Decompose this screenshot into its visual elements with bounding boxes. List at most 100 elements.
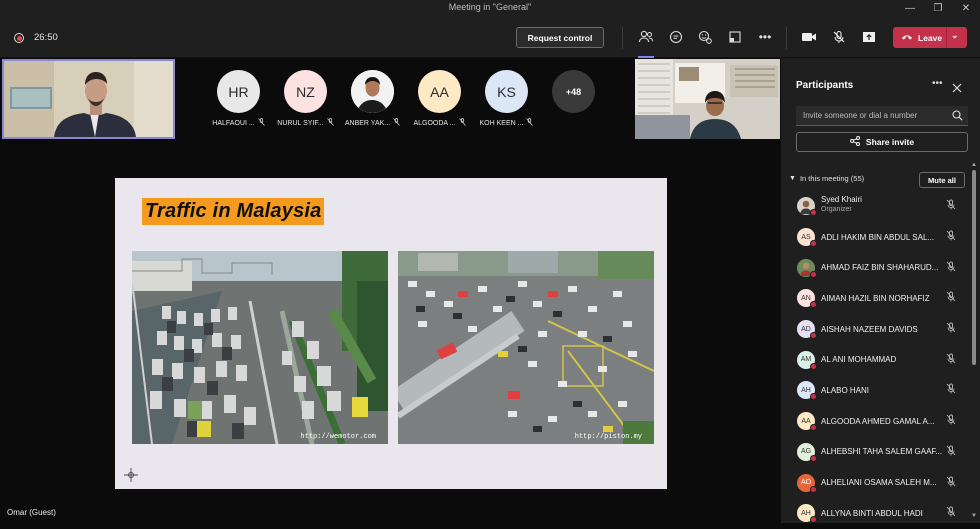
leave-chevron-down-icon[interactable]: ⌄ [951, 30, 959, 41]
scroll-down-icon[interactable]: ▼ [971, 513, 977, 519]
participant-name: ANBER YAK... [344, 119, 391, 127]
list-item[interactable]: AH ALABO HANI [781, 375, 973, 406]
avatar: AH [797, 381, 817, 401]
photo-credit: http://wemotor.com [300, 433, 376, 441]
video-tile-self[interactable] [2, 59, 175, 139]
camera-icon[interactable] [800, 28, 818, 46]
avatar: HR [217, 70, 260, 113]
list-item[interactable]: AHMAD FAIZ BIN SHAHARUD... [781, 252, 973, 283]
shared-presentation-slide: Traffic in Malaysia http://wemotor.com h… [115, 178, 667, 489]
video-tile-remote[interactable] [635, 59, 780, 139]
avatar: AA [418, 70, 461, 113]
mic-off-icon[interactable] [946, 504, 956, 522]
roster-participant[interactable]: ANBER YAK... [339, 70, 406, 128]
roster-participant[interactable]: NZ NURUL SYIF... [272, 70, 339, 128]
participants-panel: Participants ••• Invite someone or dial … [781, 58, 980, 524]
presenter-caption: Omar (Guest) [7, 508, 56, 517]
list-item[interactable]: AS ADLI HAKIM BIN ABDUL SAL... [781, 222, 973, 253]
maximize-icon[interactable]: ❐ [924, 0, 952, 16]
participant-name: KOH KEEN ... [479, 119, 524, 127]
mic-off-icon[interactable] [946, 474, 956, 492]
slide-title: Traffic in Malaysia [142, 198, 325, 225]
window-controls: — ❐ ✕ [896, 0, 980, 16]
photo-credit: http://piston.my [574, 433, 642, 441]
participant-name: AL ANI MOHAMMAD [821, 355, 897, 365]
avatar-photo [797, 197, 817, 217]
list-item[interactable]: AN AIMAN HAZIL BIN NORHAFIZ [781, 283, 973, 314]
avatar-photo [797, 258, 817, 278]
panel-close-icon[interactable] [952, 80, 962, 98]
chevron-down-icon: ▼ [789, 175, 796, 182]
invite-input[interactable]: Invite someone or dial a number [796, 106, 968, 126]
participant-name: ADLI HAKIM BIN ABDUL SAL... [821, 232, 935, 242]
more-participants-count: +48 [552, 70, 595, 113]
avatar-photo [351, 70, 394, 113]
mic-off-icon[interactable] [946, 320, 956, 338]
share-invite-label: Share invite [865, 137, 915, 147]
avatar: NZ [284, 70, 327, 113]
list-item[interactable]: AO ALHELIANI OSAMA SALEH M... [781, 467, 973, 498]
more-options-icon[interactable]: ••• [756, 28, 774, 46]
share-icon [849, 136, 860, 148]
avatar: AA [797, 412, 817, 432]
roster-participant[interactable]: KS KOH KEEN ... [473, 70, 540, 128]
mute-all-button[interactable]: Mute all [919, 172, 965, 188]
list-item[interactable]: Syed Khairi Organizer [781, 191, 973, 222]
panel-more-icon[interactable]: ••• [932, 78, 943, 89]
meeting-toolbar: 26:50 Request control ••• Leave ⌄ [0, 16, 980, 58]
mic-off-icon [257, 118, 265, 128]
hang-up-icon [901, 33, 913, 43]
participant-name: ALHEBSHI TAHA SALEM GAAF... [821, 447, 943, 457]
participants-icon[interactable] [637, 28, 655, 46]
chat-icon[interactable] [667, 28, 685, 46]
mic-off-icon [526, 118, 534, 128]
roster-participant[interactable]: HR HALFAOUI ... [205, 70, 272, 128]
traffic-photo-intersection: http://piston.my [398, 251, 654, 444]
mic-off-icon[interactable] [946, 197, 956, 215]
scroll-up-icon[interactable]: ▲ [971, 162, 977, 168]
toolbar-divider [622, 27, 623, 49]
microphone-muted-icon[interactable] [830, 28, 848, 46]
mic-off-icon [458, 118, 466, 128]
close-window-icon[interactable]: ✕ [952, 0, 980, 16]
mic-off-icon[interactable] [946, 443, 956, 461]
mic-off-icon[interactable] [946, 289, 956, 307]
mic-off-icon[interactable] [946, 381, 956, 399]
participant-list-scrollbar[interactable] [972, 170, 976, 365]
leave-label: Leave [918, 32, 943, 43]
in-meeting-section-toggle[interactable]: ▼ In this meeting (55) [789, 174, 864, 183]
avatar: AM [797, 350, 817, 370]
avatar: AN [797, 289, 817, 309]
share-invite-button[interactable]: Share invite [796, 132, 968, 152]
list-item[interactable]: AA ALGOODA AHMED GAMAL A... [781, 406, 973, 437]
mic-off-icon[interactable] [946, 412, 956, 430]
participant-name: ALGOODA ... [413, 119, 456, 127]
roster-participant[interactable]: AA ALGOODA ... [406, 70, 473, 128]
leave-button[interactable]: Leave ⌄ [893, 27, 967, 48]
mic-off-icon[interactable] [946, 259, 956, 277]
meeting-timer: 26:50 [34, 32, 58, 43]
avatar: KS [485, 70, 528, 113]
participant-name: ALGOODA AHMED GAMAL A... [821, 416, 935, 426]
mic-off-icon[interactable] [946, 228, 956, 246]
reactions-icon[interactable] [696, 28, 714, 46]
list-item[interactable]: AD AISHAH NAZEEM DAVIDS [781, 314, 973, 345]
avatar: AS [797, 228, 817, 248]
participant-list: Syed Khairi Organizer AS ADLI HAKIM BIN … [781, 191, 973, 529]
list-item[interactable]: AM AL ANI MOHAMMAD [781, 344, 973, 375]
share-screen-icon[interactable] [726, 28, 744, 46]
participant-name: ALHELIANI OSAMA SALEH M... [821, 478, 937, 488]
list-item[interactable]: AH ALLYNA BINTI ABDUL HADI [781, 498, 973, 529]
list-item[interactable]: AG ALHEBSHI TAHA SALEM GAAF... [781, 437, 973, 468]
window-titlebar: Meeting in "General" — ❐ ✕ [0, 0, 980, 16]
share-tray-icon[interactable] [860, 28, 878, 46]
roster-more[interactable]: +48 [540, 70, 607, 128]
mic-off-icon[interactable] [946, 351, 956, 369]
participant-name: HALFAOUI ... [212, 119, 255, 127]
participant-name: AIMAN HAZIL BIN NORHAFIZ [821, 293, 930, 303]
request-control-button[interactable]: Request control [516, 27, 604, 48]
meeting-stage: HR HALFAOUI ... NZ NURUL SYIF... ANBER Y… [0, 58, 781, 523]
mic-off-icon [326, 118, 334, 128]
minimize-icon[interactable]: — [896, 0, 924, 16]
search-icon[interactable] [952, 110, 963, 123]
